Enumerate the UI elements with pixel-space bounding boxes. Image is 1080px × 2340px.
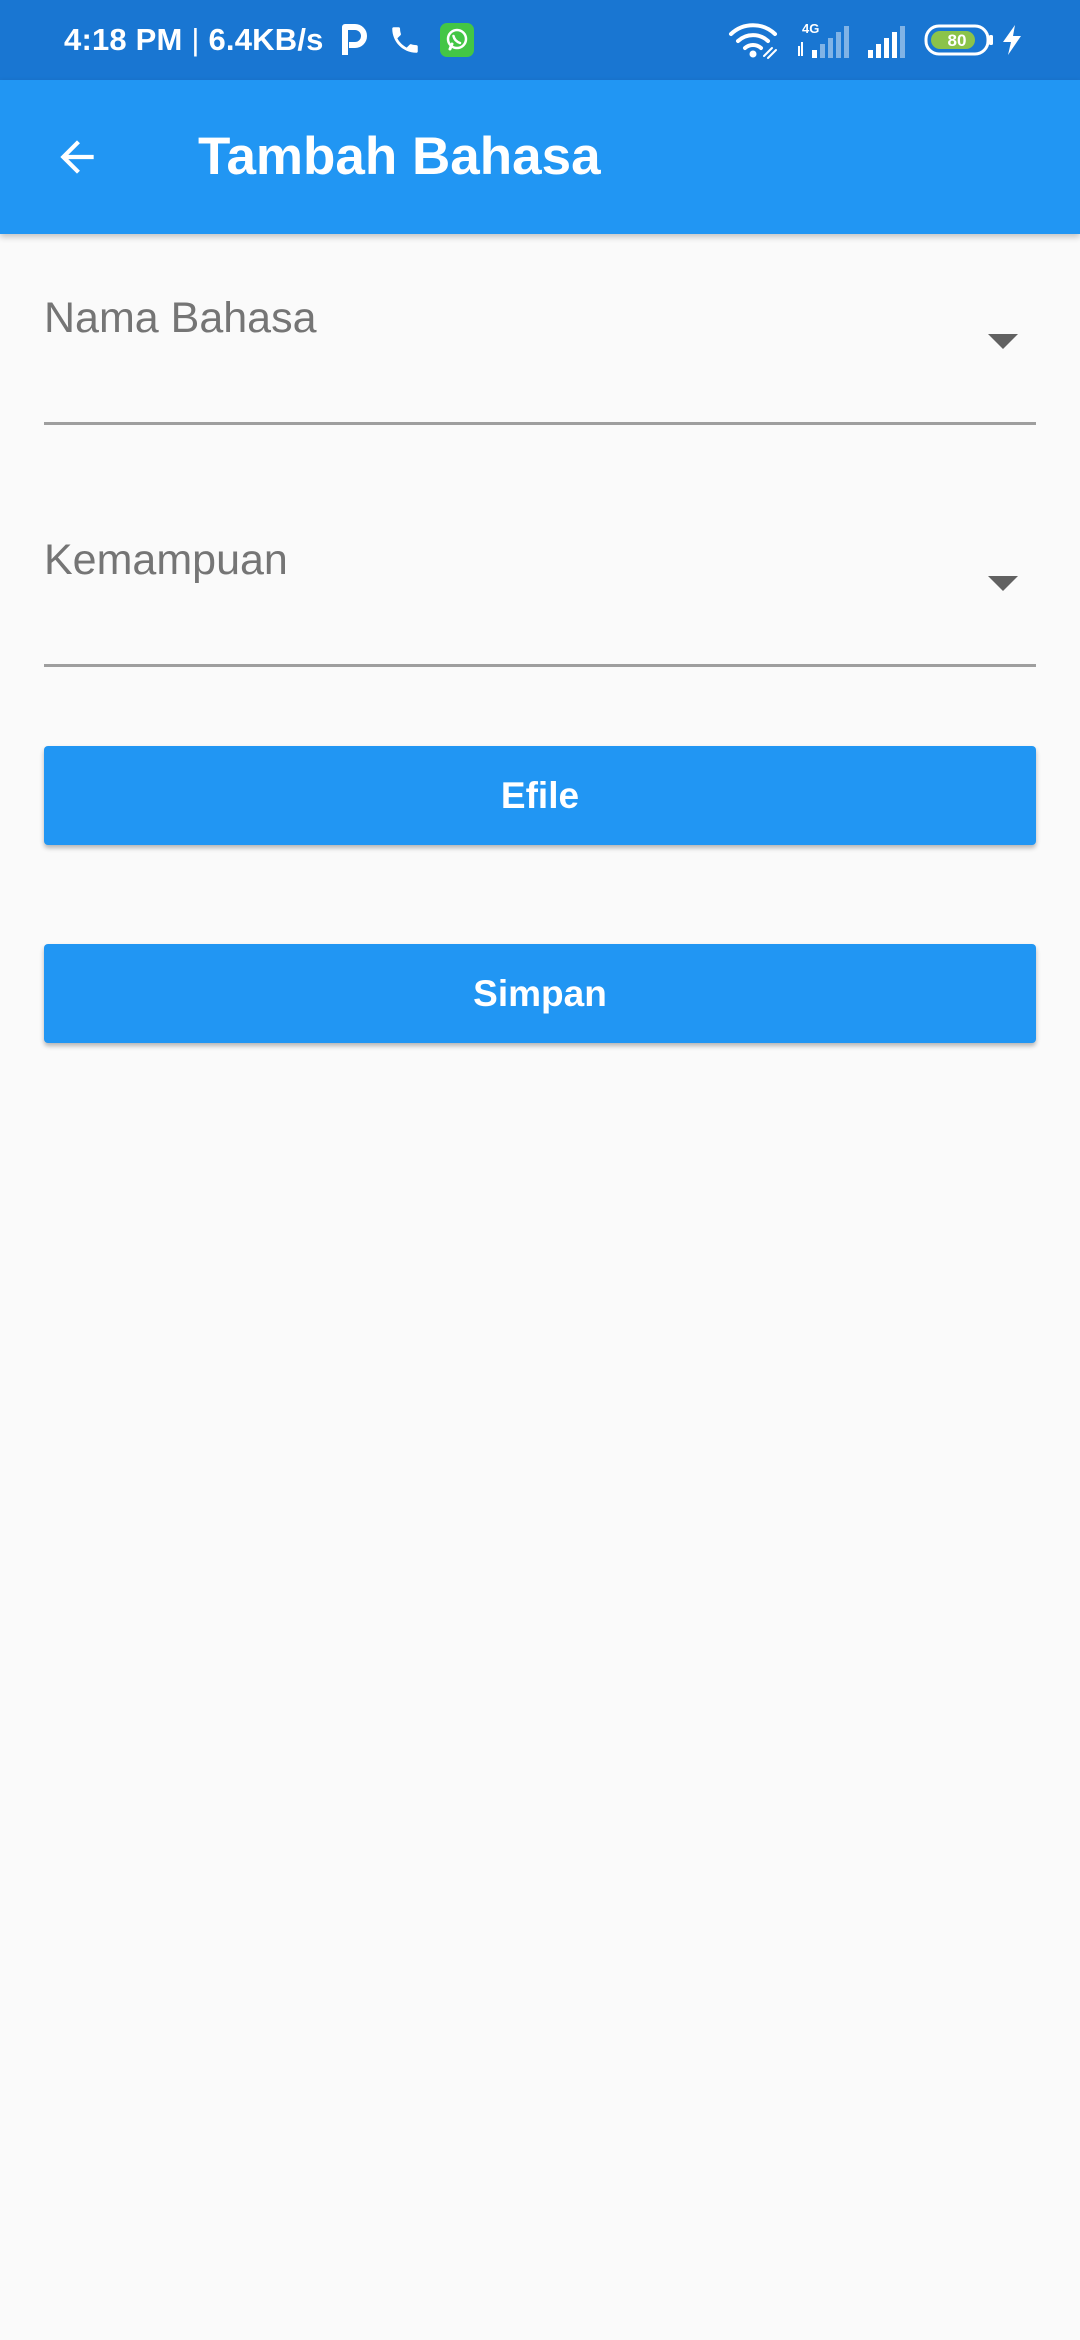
dropdown-arrow-icon [988, 576, 1018, 591]
battery-icon: 80 [924, 0, 994, 80]
language-name-label: Nama Bahasa [44, 294, 317, 342]
arrow-back-icon [60, 140, 94, 174]
status-separator: | [191, 22, 200, 57]
dropdown-arrow-icon [988, 334, 1018, 349]
battery-level: 80 [948, 31, 967, 50]
whatsapp-icon [440, 0, 474, 80]
parking-icon [340, 0, 368, 80]
ability-label: Kemampuan [44, 536, 288, 584]
status-bar: 4:18 PM | 6.4KB/s 4G 80 [0, 0, 1080, 80]
back-button[interactable] [40, 120, 114, 194]
signal-icon [866, 0, 910, 80]
efile-button[interactable]: Efile [44, 746, 1036, 845]
status-time-speed: 4:18 PM | 6.4KB/s [64, 0, 324, 80]
page-title: Tambah Bahasa [198, 127, 601, 186]
save-button[interactable]: Simpan [44, 944, 1036, 1043]
language-name-dropdown[interactable]: Nama Bahasa [44, 290, 1036, 425]
status-network-speed: 6.4KB/s [208, 22, 324, 57]
app-bar: Tambah Bahasa [0, 80, 1080, 234]
wifi-icon [728, 0, 778, 80]
signal-4g-icon: 4G [796, 0, 856, 80]
phone-icon [388, 0, 422, 80]
network-type-label: 4G [802, 21, 819, 36]
status-time: 4:18 PM [64, 22, 183, 57]
charging-icon [1000, 0, 1024, 80]
ability-dropdown[interactable]: Kemampuan [44, 532, 1036, 667]
